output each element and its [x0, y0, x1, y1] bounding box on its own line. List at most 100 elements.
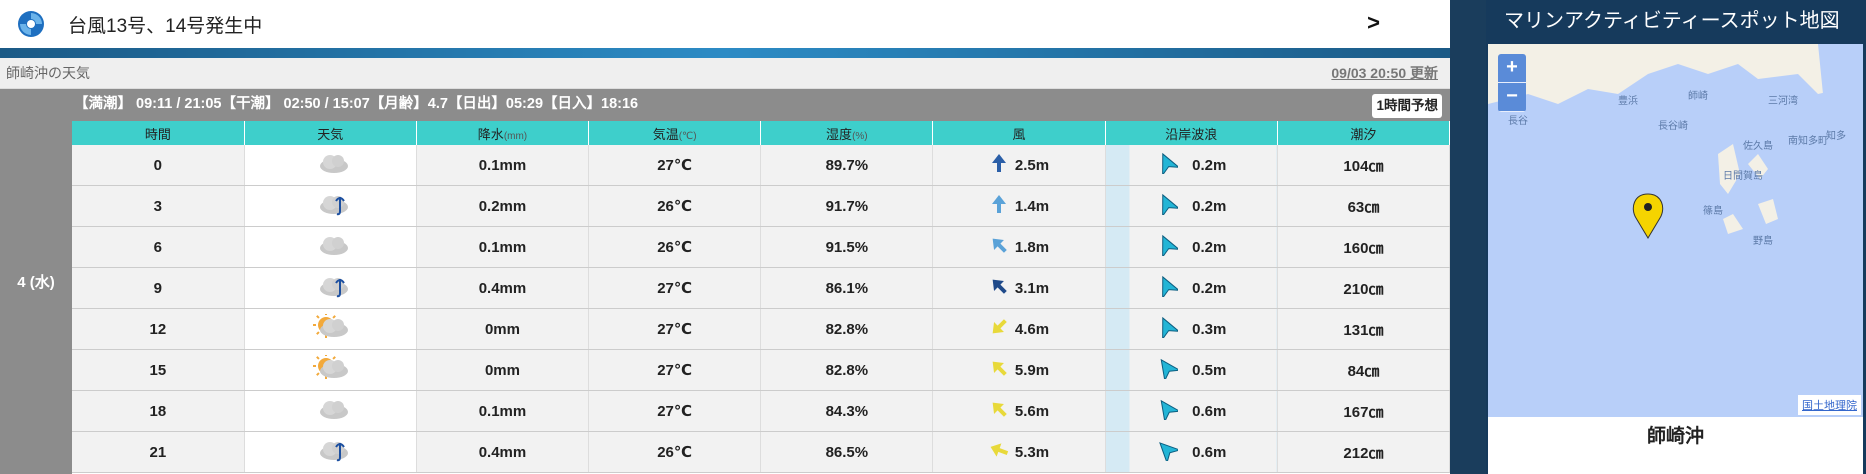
- table-row: 21 0.4mm 26℃ 86.5% 5.3m 0.6m 212㎝: [72, 431, 1451, 473]
- wave-arrow-icon: [1156, 234, 1181, 260]
- wind-arrow-icon: [989, 358, 1009, 382]
- typhoon-banner[interactable]: 台風13号、14号発生中 >: [0, 0, 1450, 48]
- wind-cell: 1.8m: [932, 226, 1106, 268]
- tide-cell: 212㎝: [1277, 431, 1451, 473]
- wave-cell: 0.6m: [1105, 431, 1278, 473]
- map-panel: マリンアクティビティースポット地図 長谷 長谷崎 三河湾 日間賀島 佐久島 南知…: [1486, 0, 1866, 474]
- wave-cell: 0.5m: [1105, 349, 1278, 391]
- header-humidity: 湿度(%): [760, 121, 934, 145]
- hour-cell: 15: [72, 349, 245, 391]
- map-label: 長谷崎: [1658, 119, 1688, 132]
- zoom-control: + −: [1498, 54, 1526, 112]
- wind-cell: 5.9m: [932, 349, 1106, 391]
- map-attribution-link[interactable]: 国土地理院: [1798, 395, 1861, 415]
- wind-speed: 5.6m: [1014, 402, 1050, 420]
- temp-cell: 27℃: [588, 349, 762, 391]
- wind-speed: 2.5m: [1014, 156, 1050, 174]
- wave-arrow-icon: [1156, 152, 1181, 178]
- wind-cell: 1.4m: [932, 185, 1106, 227]
- temp-cell: 26℃: [588, 226, 762, 268]
- wave-height: 0.5m: [1192, 361, 1227, 379]
- map-label: 日間賀島: [1723, 169, 1763, 182]
- wave-height: 0.2m: [1192, 279, 1227, 297]
- table-row: 9 0.4mm 27℃ 86.1% 3.1m 0.2m 210㎝: [72, 267, 1451, 309]
- tide-cell: 63㎝: [1277, 185, 1451, 227]
- temp-cell: 27℃: [588, 308, 762, 350]
- table-row: 15 0mm 27℃ 82.8% 5.9m 0.5m 84㎝: [72, 349, 1451, 391]
- location-pin-icon[interactable]: [1632, 193, 1664, 239]
- wave-height: 0.3m: [1192, 320, 1227, 338]
- cloudy-icon: [244, 226, 417, 268]
- hour-cell: 0: [72, 145, 245, 186]
- hourly-forecast-button[interactable]: 1時間予想: [1372, 94, 1442, 118]
- cloudy-icon: [244, 390, 417, 432]
- wind-speed: 5.3m: [1014, 443, 1050, 461]
- humidity-cell: 82.8%: [760, 349, 934, 391]
- wave-cell: 0.2m: [1105, 267, 1278, 309]
- humidity-cell: 89.7%: [760, 145, 934, 186]
- wind-speed: 3.1m: [1014, 279, 1050, 297]
- updated-time[interactable]: 09/03 20:50 更新: [1331, 63, 1438, 83]
- hour-cell: 21: [72, 431, 245, 473]
- wave-cell: 0.3m: [1105, 308, 1278, 350]
- table-row: 12 0mm 27℃ 82.8% 4.6m 0.3m 131㎝: [72, 308, 1451, 350]
- wind-speed: 5.9m: [1014, 361, 1050, 379]
- header-wind: 風: [932, 121, 1106, 145]
- header-hour: 時間: [72, 121, 245, 145]
- wind-cell: 5.6m: [932, 390, 1106, 432]
- wind-speed: 1.4m: [1014, 197, 1050, 215]
- wind-cell: 3.1m: [932, 267, 1106, 309]
- cloudy-rain-icon: [244, 431, 417, 473]
- humidity-cell: 86.5%: [760, 431, 934, 473]
- zoom-out-button[interactable]: −: [1498, 83, 1526, 112]
- humidity-cell: 84.3%: [760, 390, 934, 432]
- wind-arrow-icon: [989, 317, 1009, 341]
- tide-info: 【満潮】 09:11 / 21:05【干潮】 02:50 / 15:07【月齢】…: [72, 89, 1450, 121]
- header-stripe: [0, 48, 1450, 58]
- banner-text: 台風13号、14号発生中: [68, 15, 263, 37]
- header-wave: 沿岸波浪: [1105, 121, 1278, 145]
- hour-cell: 12: [72, 308, 245, 350]
- table-row: 18 0.1mm 27℃ 84.3% 5.6m 0.6m 167㎝: [72, 390, 1451, 432]
- temp-cell: 26℃: [588, 431, 762, 473]
- forecast-content: 4 (水) 【満潮】 09:11 / 21:05【干潮】 02:50 / 15:…: [0, 89, 1451, 474]
- map[interactable]: 長谷 長谷崎 三河湾 日間賀島 佐久島 南知多町 知多 篠島 野島 豊浜 師崎 …: [1488, 44, 1863, 417]
- day-label: 4 (水): [0, 89, 72, 474]
- zoom-in-button[interactable]: +: [1498, 54, 1526, 83]
- wave-cell: 0.2m: [1105, 145, 1278, 186]
- place-bar: 師崎沖の天気 09/03 20:50 更新: [0, 58, 1450, 89]
- table-row: 0 0.1mm 27℃ 89.7% 2.5m 0.2m 104㎝: [72, 145, 1451, 186]
- wave-height: 0.2m: [1192, 238, 1227, 256]
- wind-speed: 4.6m: [1014, 320, 1050, 338]
- precip-cell: 0mm: [416, 308, 590, 350]
- precip-cell: 0.2mm: [416, 185, 590, 227]
- map-label: 知多: [1826, 129, 1846, 142]
- wave-cell: 0.6m: [1105, 390, 1278, 432]
- table-row: 6 0.1mm 26℃ 91.5% 1.8m 0.2m 160㎝: [72, 226, 1451, 268]
- precip-cell: 0.4mm: [416, 267, 590, 309]
- typhoon-icon: [18, 11, 44, 37]
- forecast-table: 時間 天気 降水(mm) 気温(℃) 湿度(%) 風 沿岸波浪 潮汐 0 0.1m…: [72, 121, 1451, 473]
- weather-panel: 師崎沖の天気 09/03 20:50 更新 4 (水) 【満潮】 09:11 /…: [0, 58, 1451, 474]
- chevron-right-icon[interactable]: >: [1367, 10, 1380, 36]
- wind-speed: 1.8m: [1014, 238, 1050, 256]
- sun-cloud-icon: [244, 308, 417, 350]
- humidity-cell: 91.5%: [760, 226, 934, 268]
- map-label: 篠島: [1703, 204, 1723, 217]
- wave-cell: 0.2m: [1105, 226, 1278, 268]
- precip-cell: 0.4mm: [416, 431, 590, 473]
- header-weather: 天気: [244, 121, 417, 145]
- humidity-cell: 82.8%: [760, 308, 934, 350]
- header-tide: 潮汐: [1277, 121, 1451, 145]
- tide-cell: 160㎝: [1277, 226, 1451, 268]
- wave-cell: 0.2m: [1105, 185, 1278, 227]
- temp-cell: 27℃: [588, 145, 762, 186]
- precip-cell: 0.1mm: [416, 145, 590, 186]
- temp-cell: 27℃: [588, 267, 762, 309]
- map-label: 師崎: [1688, 89, 1708, 102]
- wind-arrow-icon: [989, 399, 1009, 423]
- hour-cell: 3: [72, 185, 245, 227]
- table-row: 3 0.2mm 26℃ 91.7% 1.4m 0.2m 63㎝: [72, 185, 1451, 227]
- cloudy-icon: [244, 145, 417, 186]
- map-label: 三河湾: [1768, 94, 1798, 107]
